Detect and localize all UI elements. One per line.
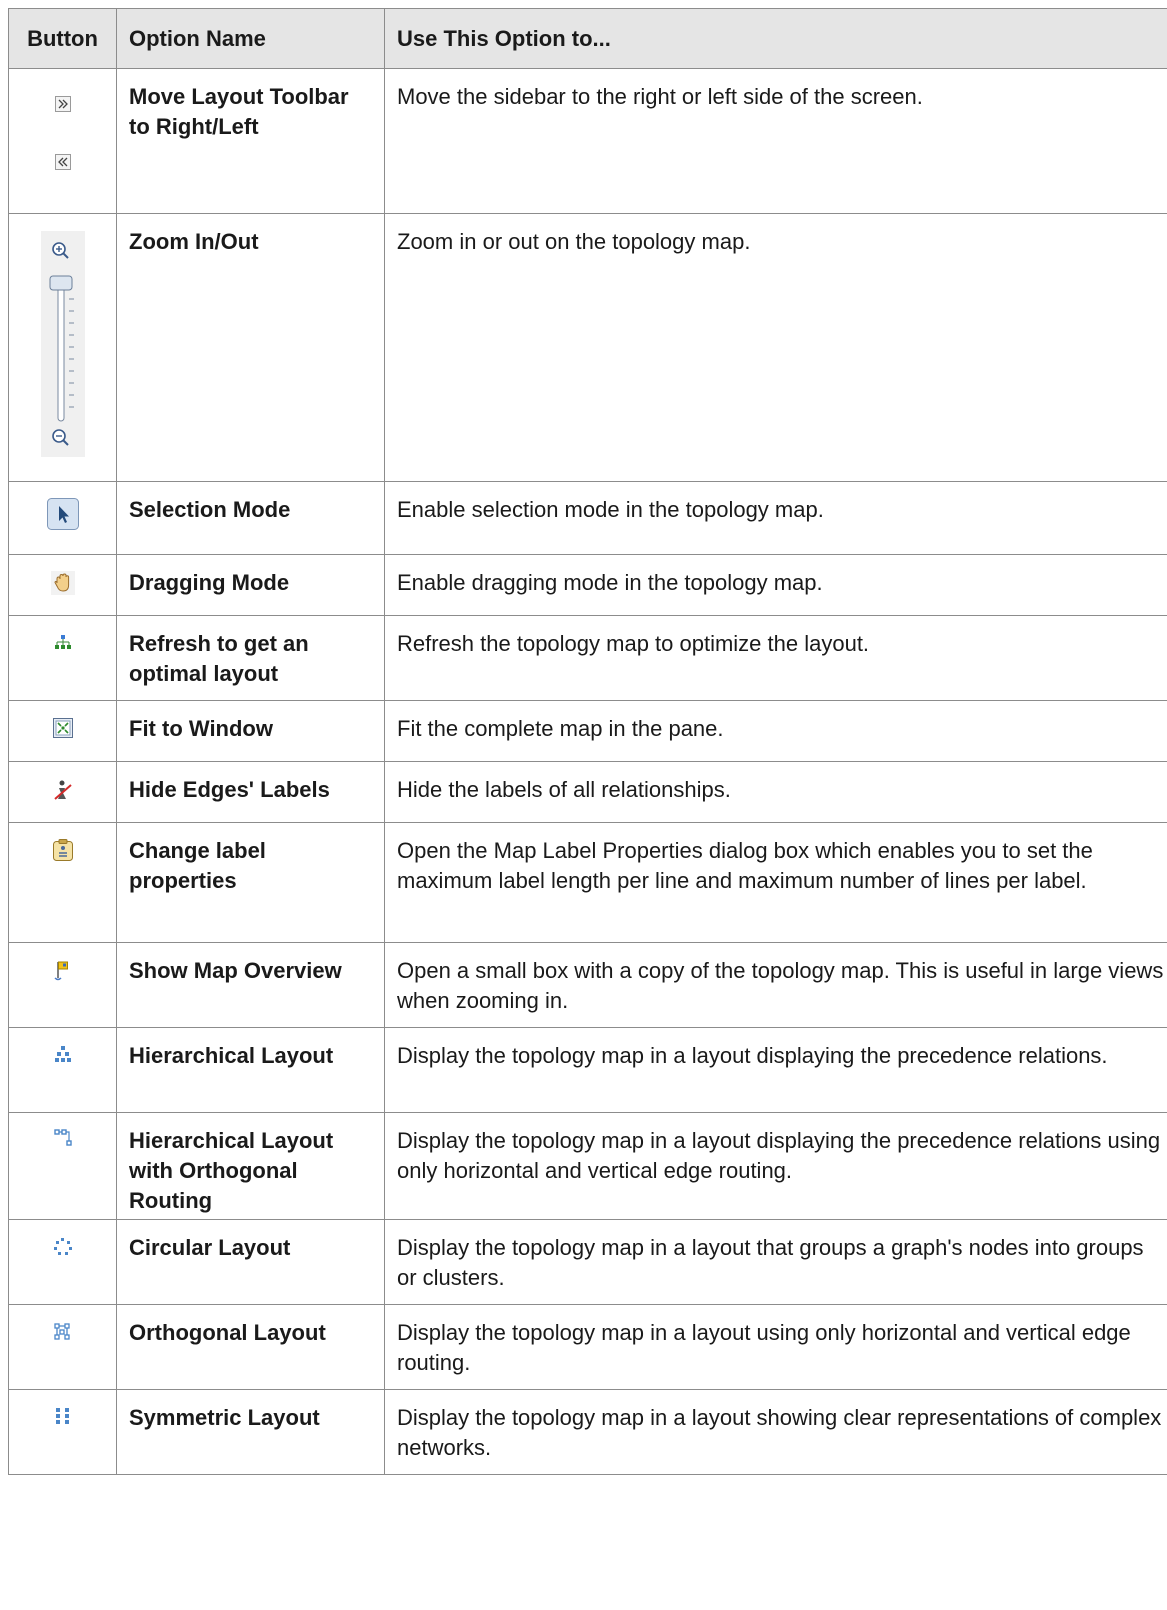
option-name: Zoom In/Out: [116, 213, 385, 482]
table-row: Hierarchical Layout Display the topology…: [8, 1027, 1167, 1113]
tree-layout-icon[interactable]: [54, 634, 72, 650]
button-cell: [8, 1112, 117, 1220]
orthogonal-layout-icon[interactable]: [53, 1322, 73, 1342]
table-row: Circular Layout Display the topology map…: [8, 1219, 1167, 1305]
button-cell: [8, 1027, 117, 1113]
table-row: Hide Edges' Labels Hide the labels of al…: [8, 761, 1167, 823]
option-description: Hide the labels of all relationships.: [384, 761, 1167, 823]
option-description: Move the sidebar to the right or left si…: [384, 68, 1167, 214]
map-overview-flag-icon[interactable]: [53, 960, 72, 982]
table-row: Dragging Mode Enable dragging mode in th…: [8, 554, 1167, 616]
option-description: Display the topology map in a layout tha…: [384, 1219, 1167, 1305]
option-name: Orthogonal Layout: [116, 1304, 385, 1390]
option-name: Fit to Window: [116, 700, 385, 762]
option-name: Symmetric Layout: [116, 1389, 385, 1475]
button-cell: [8, 1389, 117, 1475]
button-cell: [8, 481, 117, 555]
option-description: Open the Map Label Properties dialog box…: [384, 822, 1167, 943]
chevron-left-icon[interactable]: [54, 154, 71, 170]
table-row: Show Map Overview Open a small box with …: [8, 942, 1167, 1028]
symmetric-layout-icon[interactable]: [55, 1407, 71, 1425]
table-row: Symmetric Layout Display the topology ma…: [8, 1389, 1167, 1475]
table-row: Fit to Window Fit the complete map in th…: [8, 700, 1167, 762]
option-description: Refresh the topology map to optimize the…: [384, 615, 1167, 701]
circular-layout-icon[interactable]: [53, 1237, 73, 1257]
header-option-name: Option Name: [116, 8, 385, 69]
hand-icon[interactable]: [50, 571, 75, 595]
option-description: Display the topology map in a layout sho…: [384, 1389, 1167, 1475]
option-description: Enable selection mode in the topology ma…: [384, 481, 1167, 555]
option-description: Zoom in or out on the topology map.: [384, 213, 1167, 482]
option-name: Show Map Overview: [116, 942, 385, 1028]
button-cell: [8, 213, 117, 482]
orthogonal-routing-icon[interactable]: [53, 1128, 73, 1148]
table-row: Orthogonal Layout Display the topology m…: [8, 1304, 1167, 1390]
table-header-row: Button Option Name Use This Option to...: [8, 8, 1167, 69]
option-name: Dragging Mode: [116, 554, 385, 616]
table-row: Zoom In/Out Zoom in or out on the topolo…: [8, 213, 1167, 482]
option-description: Enable dragging mode in the topology map…: [384, 554, 1167, 616]
option-name: Hierarchical Layout with Orthogonal Rout…: [116, 1112, 385, 1220]
table-row: Move Layout Toolbar to Right/Left Move t…: [8, 68, 1167, 214]
button-cell: [8, 942, 117, 1028]
button-cell: [8, 1304, 117, 1390]
header-button: Button: [8, 8, 117, 69]
zoom-slider-icon[interactable]: [40, 231, 85, 457]
option-name: Move Layout Toolbar to Right/Left: [116, 68, 385, 214]
options-table: Button Option Name Use This Option to...…: [8, 8, 1167, 1475]
option-name: Change label properties: [116, 822, 385, 943]
table-row: Hierarchical Layout with Orthogonal Rout…: [8, 1112, 1167, 1220]
option-description: Fit the complete map in the pane.: [384, 700, 1167, 762]
button-cell: [8, 68, 117, 214]
label-properties-icon[interactable]: [52, 838, 74, 862]
option-name: Refresh to get an optimal layout: [116, 615, 385, 701]
hierarchical-layout-icon[interactable]: [54, 1045, 72, 1063]
table-row: Change label properties Open the Map Lab…: [8, 822, 1167, 943]
button-cell: [8, 1219, 117, 1305]
pointer-arrow-icon[interactable]: [46, 498, 79, 530]
fit-window-icon[interactable]: [52, 718, 73, 738]
option-description: Display the topology map in a layout dis…: [384, 1027, 1167, 1113]
hide-labels-icon[interactable]: [53, 779, 73, 801]
table-row: Refresh to get an optimal layout Refresh…: [8, 615, 1167, 701]
option-name: Circular Layout: [116, 1219, 385, 1305]
button-cell: [8, 700, 117, 762]
table-row: Selection Mode Enable selection mode in …: [8, 481, 1167, 555]
option-description: Display the topology map in a layout usi…: [384, 1304, 1167, 1390]
option-name: Selection Mode: [116, 481, 385, 555]
option-description: Open a small box with a copy of the topo…: [384, 942, 1167, 1028]
button-cell: [8, 761, 117, 823]
option-name: Hide Edges' Labels: [116, 761, 385, 823]
header-use-this-option: Use This Option to...: [384, 8, 1167, 69]
option-description: Display the topology map in a layout dis…: [384, 1112, 1167, 1220]
button-cell: [8, 822, 117, 943]
option-name: Hierarchical Layout: [116, 1027, 385, 1113]
button-cell: [8, 615, 117, 701]
button-cell: [8, 554, 117, 616]
chevron-right-icon[interactable]: [54, 96, 71, 112]
